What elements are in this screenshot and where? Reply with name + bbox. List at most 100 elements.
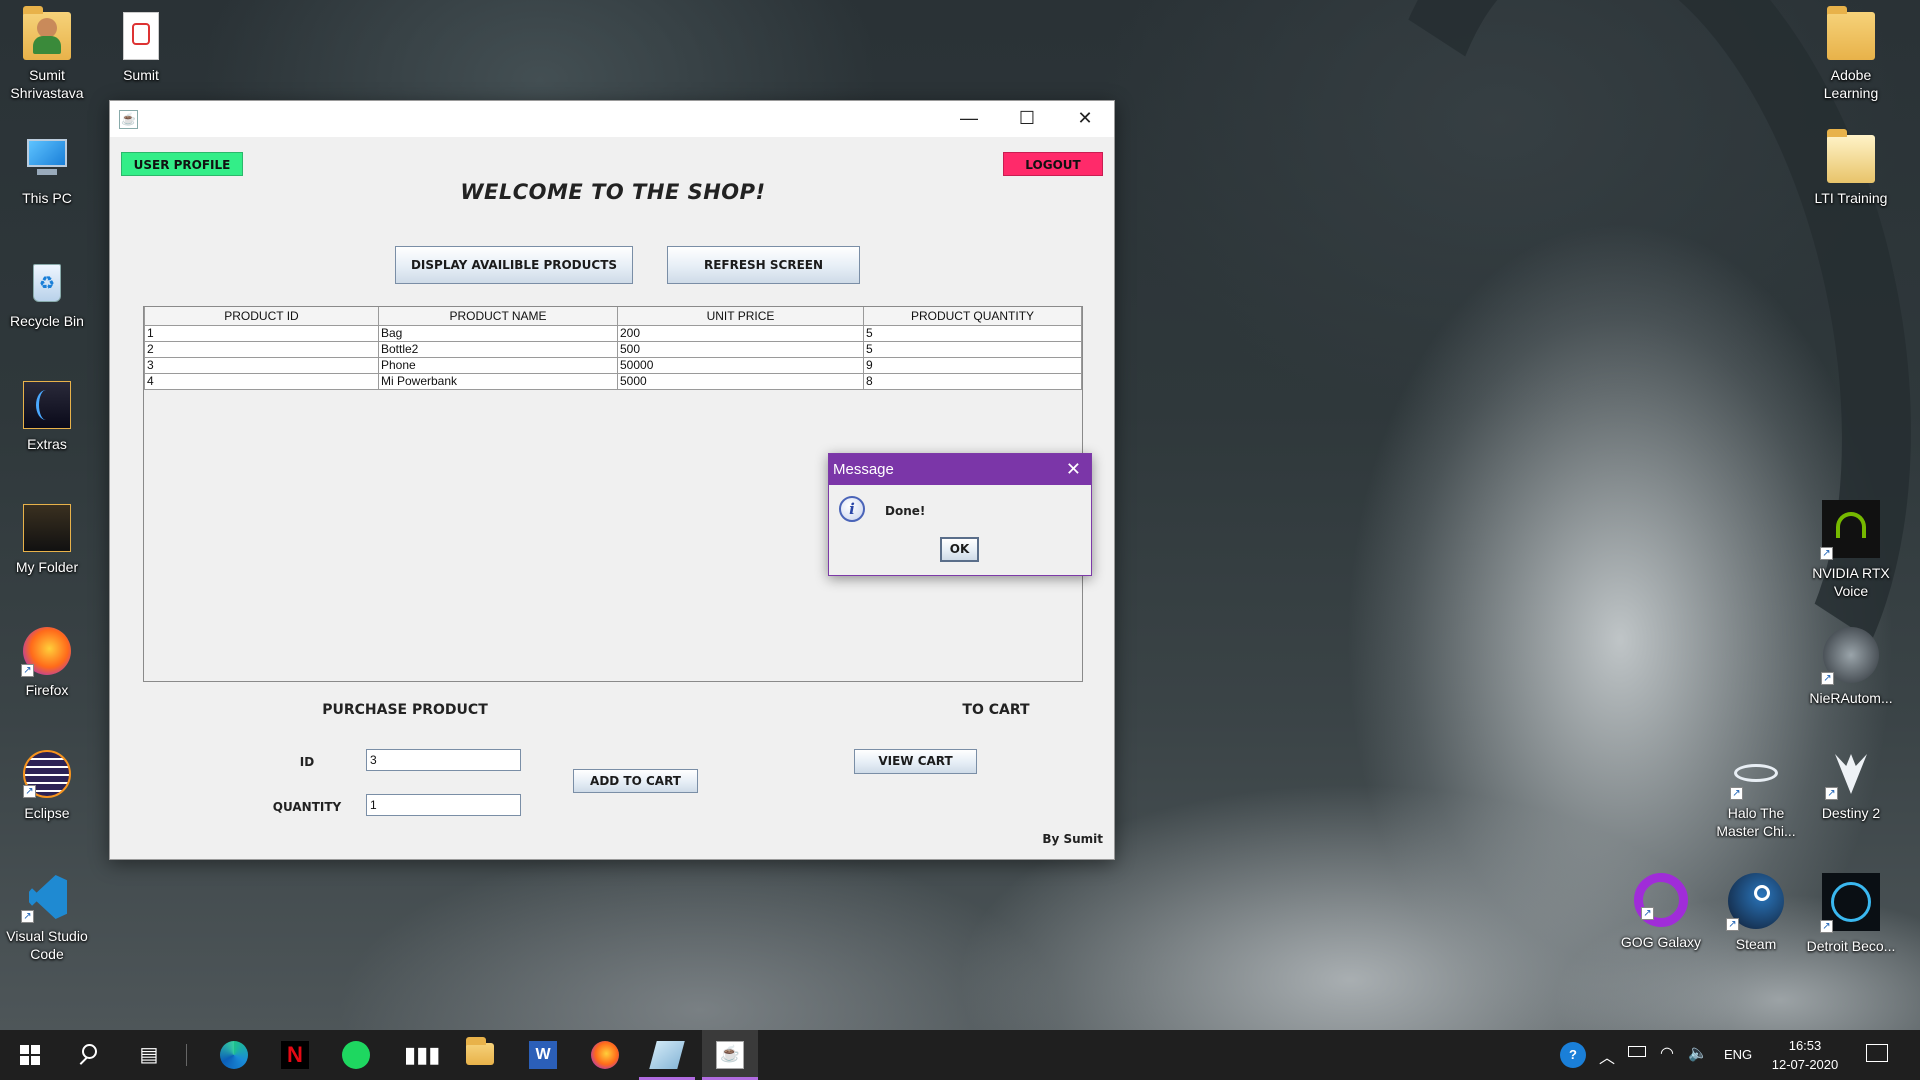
desktop-icon-label: Detroit Beco...	[1806, 938, 1896, 954]
window-titlebar[interactable]: ☕ — ☐ ✕	[110, 101, 1114, 137]
desktop-icon-gog-galaxy[interactable]: ↗ GOG Galaxy	[1615, 873, 1707, 951]
taskbar-word[interactable]: W	[515, 1030, 571, 1080]
desktop-icon-halo[interactable]: ↗ Halo The Master Chi...	[1710, 750, 1802, 840]
java-app-icon: ☕	[119, 110, 138, 129]
taskbar-file-explorer[interactable]	[452, 1030, 508, 1080]
desktop-icon-sumit-shrivastava[interactable]: Sumit Shrivastava	[1, 6, 93, 102]
help-icon[interactable]: ?	[1560, 1042, 1586, 1068]
desktop-icon-label: Visual Studio Code	[6, 928, 88, 962]
user-folder-icon	[23, 6, 71, 60]
minimize-button[interactable]: —	[940, 101, 998, 137]
taskbar-java-app[interactable]: ☕	[702, 1030, 758, 1080]
desktop-icon-label: Eclipse	[24, 805, 70, 821]
cell-product-id: 4	[144, 372, 379, 390]
taskbar-edge[interactable]	[206, 1030, 262, 1080]
desktop-icon-steam[interactable]: ↗ Steam	[1710, 873, 1802, 953]
desktop-icon-eclipse[interactable]: ↗ Eclipse	[1, 750, 93, 822]
shortcut-arrow-icon: ↗	[1825, 787, 1838, 800]
desktop-icon-nvidia-rtx-voice[interactable]: ↗ NVIDIA RTX Voice	[1805, 500, 1897, 600]
taskbar-divider	[186, 1044, 187, 1066]
to-cart-heading: TO CART	[962, 702, 1030, 718]
shortcut-arrow-icon: ↗	[1641, 907, 1654, 920]
desktop-icon-destiny-2[interactable]: ↗ Destiny 2	[1805, 750, 1897, 822]
battery-icon[interactable]	[1628, 1046, 1646, 1057]
taskbar-notes-app[interactable]	[639, 1030, 695, 1080]
desktop-icon-adobe-learning[interactable]: Adobe Learning	[1805, 6, 1897, 102]
desktop-icon-detroit[interactable]: ↗ Detroit Beco...	[1805, 873, 1897, 955]
audio-icon: ▮▮▮	[404, 1042, 441, 1067]
column-header-product-quantity[interactable]: PRODUCT QUANTITY	[863, 307, 1082, 326]
view-cart-button[interactable]: VIEW CART	[854, 749, 977, 774]
netflix-icon: N	[281, 1041, 309, 1069]
folder-icon	[23, 504, 71, 552]
clock[interactable]: 16:53 12-07-2020	[1760, 1036, 1850, 1074]
notifications-icon[interactable]	[1866, 1044, 1888, 1062]
start-button[interactable]	[2, 1030, 58, 1080]
dialog-titlebar[interactable]: Message ✕	[829, 454, 1091, 485]
task-view-button[interactable]: ▤	[121, 1030, 177, 1080]
shortcut-arrow-icon: ↗	[1730, 787, 1743, 800]
column-header-unit-price[interactable]: UNIT PRICE	[617, 307, 864, 326]
desktop-icon-vscode[interactable]: ↗ Visual Studio Code	[1, 873, 93, 963]
desktop-icon-label: Extras	[27, 436, 67, 452]
logout-button[interactable]: LOGOUT	[1003, 152, 1103, 176]
display-products-button[interactable]: DISPLAY AVAILIBLE PRODUCTS	[395, 246, 633, 284]
volume-icon[interactable]: 🔈	[1688, 1043, 1708, 1063]
taskbar-audio-app[interactable]: ▮▮▮	[390, 1030, 446, 1080]
dialog-title: Message	[833, 461, 894, 478]
column-header-product-id[interactable]: PRODUCT ID	[144, 307, 379, 326]
shortcut-arrow-icon: ↗	[21, 910, 34, 923]
show-hidden-icons-button[interactable]: ︿	[1599, 1044, 1615, 1068]
table-row[interactable]: 1 Bag 200 5	[144, 324, 1082, 342]
quantity-label: QUANTITY	[272, 800, 342, 814]
dialog-close-button[interactable]: ✕	[1066, 454, 1081, 485]
quantity-input[interactable]: 1	[366, 794, 521, 816]
table-row[interactable]: 4 Mi Powerbank 5000 8	[144, 372, 1082, 390]
close-button[interactable]: ✕	[1056, 101, 1114, 137]
cell-product-quantity: 5	[863, 340, 1082, 358]
network-icon[interactable]: ◠	[1660, 1043, 1674, 1063]
shortcut-arrow-icon: ↗	[21, 664, 34, 677]
desktop-icon-this-pc[interactable]: This PC	[1, 135, 93, 207]
cell-unit-price: 200	[617, 324, 864, 342]
start-icon	[16, 1041, 44, 1069]
desktop-icon-extras[interactable]: Extras	[1, 381, 93, 453]
shortcut-arrow-icon: ↗	[1820, 547, 1833, 560]
refresh-screen-button[interactable]: REFRESH SCREEN	[667, 246, 860, 284]
desktop-icon-label: GOG Galaxy	[1620, 934, 1702, 950]
desktop-icon-firefox[interactable]: ↗ Firefox	[1, 627, 93, 699]
desktop-icon-lti-training[interactable]: LTI Training	[1805, 129, 1897, 207]
table-row[interactable]: 3 Phone 50000 9	[144, 356, 1082, 374]
desktop-icon-my-folder[interactable]: My Folder	[1, 504, 93, 576]
taskbar: ▤ N ▮▮▮ W ☕ ? ︿ ◠ 🔈 ENG 16:53 12-07-2020	[0, 1030, 1920, 1080]
author-footer: By Sumit	[1042, 832, 1103, 846]
word-icon: W	[529, 1041, 557, 1069]
taskbar-netflix[interactable]: N	[267, 1030, 323, 1080]
vscode-icon: ↗	[21, 873, 71, 923]
ok-button[interactable]: OK	[940, 537, 979, 562]
clock-date: 12-07-2020	[1771, 1057, 1839, 1072]
add-to-cart-button[interactable]: ADD TO CART	[573, 769, 698, 793]
language-indicator[interactable]: ENG	[1724, 1047, 1752, 1062]
desktop-icon-label: Destiny 2	[1821, 805, 1881, 821]
clock-time: 16:53	[1788, 1038, 1822, 1053]
firefox-icon	[591, 1041, 619, 1069]
desktop-icon-label: Steam	[1735, 936, 1777, 952]
desktop-icon-label: Halo The Master Chi...	[1716, 805, 1796, 839]
steam-icon: ↗	[1726, 873, 1784, 931]
user-profile-button[interactable]: USER PROFILE	[121, 152, 243, 176]
taskbar-firefox[interactable]	[577, 1030, 633, 1080]
desktop-icon-label: Firefox	[25, 682, 69, 698]
desktop-icon-recycle-bin[interactable]: ♻ Recycle Bin	[1, 258, 93, 330]
taskbar-spotify[interactable]	[328, 1030, 384, 1080]
table-row[interactable]: 2 Bottle2 500 5	[144, 340, 1082, 358]
desktop-icon-nier-automata[interactable]: ↗ NieRAutom...	[1805, 627, 1897, 707]
desktop-icon-sumit-resume[interactable]: Sumit Resume...	[95, 12, 187, 84]
maximize-button[interactable]: ☐	[998, 101, 1056, 137]
cell-unit-price: 50000	[617, 356, 864, 374]
cell-unit-price: 500	[617, 340, 864, 358]
column-header-product-name[interactable]: PRODUCT NAME	[378, 307, 618, 326]
taskbar-search-button[interactable]	[62, 1030, 118, 1080]
id-input[interactable]: 3	[366, 749, 521, 771]
folder-icon	[23, 381, 71, 429]
